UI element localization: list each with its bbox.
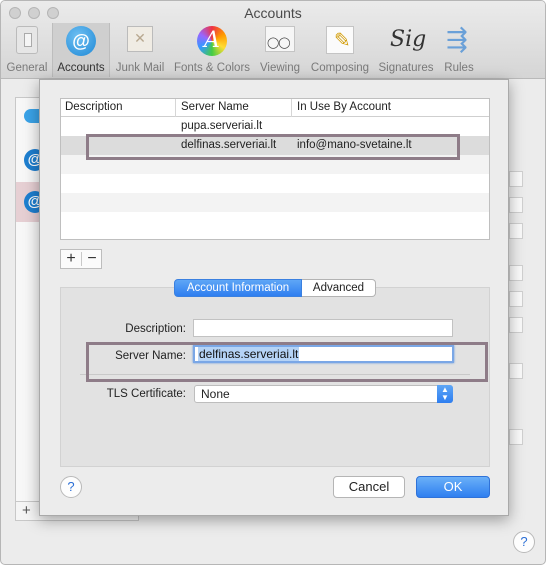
- accounts-window: Accounts General @ Accounts Junk Mail A …: [0, 0, 546, 565]
- tab-accounts-label: Accounts: [57, 62, 105, 74]
- tab-junk-mail-label: Junk Mail: [115, 62, 165, 74]
- table-header: Description Server Name In Use By Accoun…: [61, 99, 489, 117]
- server-details-panel: [60, 287, 490, 467]
- signatures-icon: Sig: [390, 27, 427, 52]
- background-field: [509, 171, 523, 187]
- accounts-icon: @: [66, 26, 96, 56]
- sheet-help-button[interactable]: ?: [60, 476, 82, 498]
- add-server-button[interactable]: +: [61, 250, 81, 268]
- add-remove-controls: + −: [60, 249, 102, 269]
- background-field: [509, 197, 523, 213]
- server-table: Description Server Name In Use By Accoun…: [60, 98, 490, 240]
- description-label: Description:: [125, 323, 186, 335]
- tls-certificate-label: TLS Certificate:: [106, 388, 186, 400]
- background-field: [509, 429, 523, 445]
- composing-icon: [326, 26, 354, 54]
- tab-general[interactable]: General: [3, 23, 51, 77]
- tab-rules[interactable]: Rules: [438, 23, 480, 77]
- server-name-label: Server Name:: [115, 350, 186, 362]
- window-title: Accounts: [244, 5, 302, 21]
- background-field: [509, 363, 523, 379]
- cancel-button[interactable]: Cancel: [333, 476, 405, 498]
- tab-advanced[interactable]: Advanced: [302, 279, 376, 297]
- table-row-empty: [61, 155, 489, 174]
- tab-composing[interactable]: Composing: [306, 23, 374, 77]
- table-row[interactable]: pupa.serveriai.lt: [61, 117, 489, 136]
- tls-certificate-value: None: [201, 387, 230, 401]
- tab-signatures-label: Signatures: [378, 62, 434, 74]
- tls-certificate-select[interactable]: None ▲ ▼: [194, 385, 453, 403]
- tab-rules-label: Rules: [444, 62, 474, 74]
- viewing-icon: [265, 26, 295, 52]
- details-tab-control: Account Information Advanced: [174, 279, 376, 297]
- junk-mail-icon: [127, 26, 153, 52]
- tab-accounts[interactable]: @ Accounts: [52, 23, 110, 77]
- column-description[interactable]: Description: [65, 101, 123, 117]
- titlebar: Accounts General @ Accounts Junk Mail A …: [1, 1, 545, 79]
- cell-server-name: delfinas.serveriai.lt: [181, 139, 277, 151]
- preferences-toolbar: General @ Accounts Junk Mail A Fonts & C…: [1, 23, 545, 77]
- tab-signatures[interactable]: Sig Signatures: [375, 23, 437, 77]
- separator: [80, 374, 470, 375]
- background-field: [509, 291, 523, 307]
- rules-icon: [444, 24, 474, 55]
- cell-in-use-by: info@mano-svetaine.lt: [297, 139, 412, 151]
- fonts-colors-icon: A: [197, 26, 227, 56]
- tab-composing-label: Composing: [310, 62, 370, 74]
- general-icon: [16, 26, 38, 54]
- help-button[interactable]: ?: [513, 531, 535, 553]
- chevron-updown-icon: ▲ ▼: [437, 385, 453, 403]
- table-row-empty: [61, 193, 489, 212]
- cell-server-name: pupa.serveriai.lt: [181, 120, 263, 132]
- tab-fonts-colors[interactable]: A Fonts & Colors: [170, 23, 254, 77]
- tab-general-label: General: [6, 62, 48, 74]
- remove-server-button[interactable]: −: [82, 250, 102, 268]
- tab-account-information[interactable]: Account Information: [174, 279, 302, 297]
- server-name-field[interactable]: delfinas.serveriai.lt: [193, 345, 454, 363]
- table-row-selected[interactable]: delfinas.serveriai.lt info@mano-svetaine…: [61, 136, 489, 155]
- background-field: [509, 317, 523, 333]
- column-server-name[interactable]: Server Name: [181, 101, 249, 117]
- tab-fonts-colors-label: Fonts & Colors: [173, 62, 251, 74]
- tab-viewing[interactable]: Viewing: [255, 23, 305, 77]
- column-in-use-by[interactable]: In Use By Account: [297, 101, 391, 117]
- server-name-value: delfinas.serveriai.lt: [198, 347, 300, 361]
- smtp-server-sheet: Description Server Name In Use By Accoun…: [39, 79, 509, 516]
- tab-viewing-label: Viewing: [259, 62, 301, 74]
- background-field: [509, 265, 523, 281]
- description-field[interactable]: [193, 319, 453, 337]
- tab-junk-mail[interactable]: Junk Mail: [111, 23, 169, 77]
- ok-button[interactable]: OK: [416, 476, 490, 498]
- add-account-button[interactable]: +: [22, 502, 31, 519]
- background-field: [509, 223, 523, 239]
